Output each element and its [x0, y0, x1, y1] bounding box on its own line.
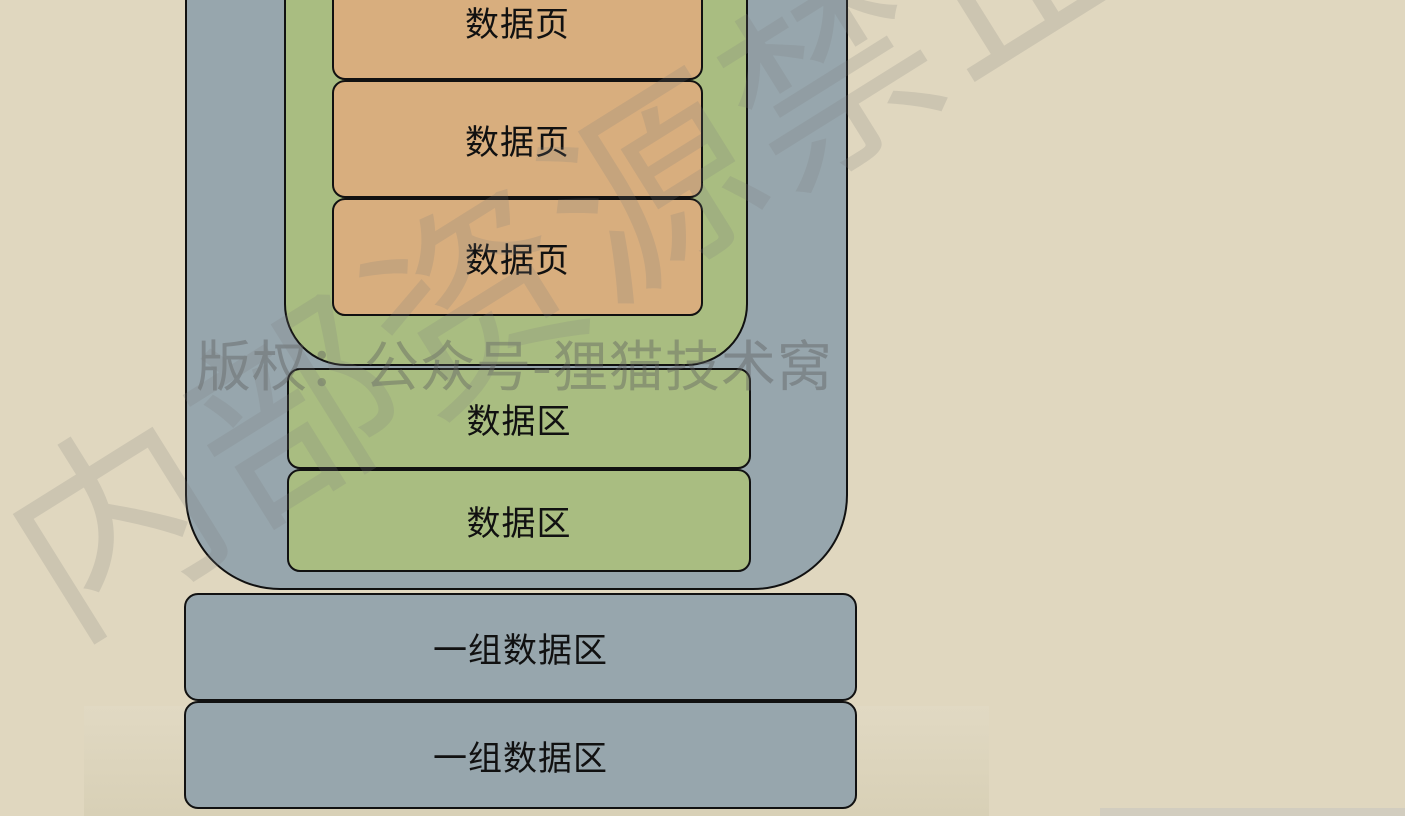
- extent-group-2: 一组数据区: [184, 701, 857, 809]
- extent-group-label: 一组数据区: [433, 630, 608, 671]
- extent-group-label: 一组数据区: [433, 738, 608, 779]
- diagram-canvas: 数据页 数据页 数据页 数据区 数据区 一组数据区 一组数据区 版权：公众号-狸…: [0, 0, 1405, 816]
- data-page-label: 数据页: [465, 4, 570, 45]
- corner-background-band: [1100, 808, 1405, 816]
- extent-group-1: 一组数据区: [184, 593, 857, 701]
- extent-label: 数据区: [466, 504, 572, 544]
